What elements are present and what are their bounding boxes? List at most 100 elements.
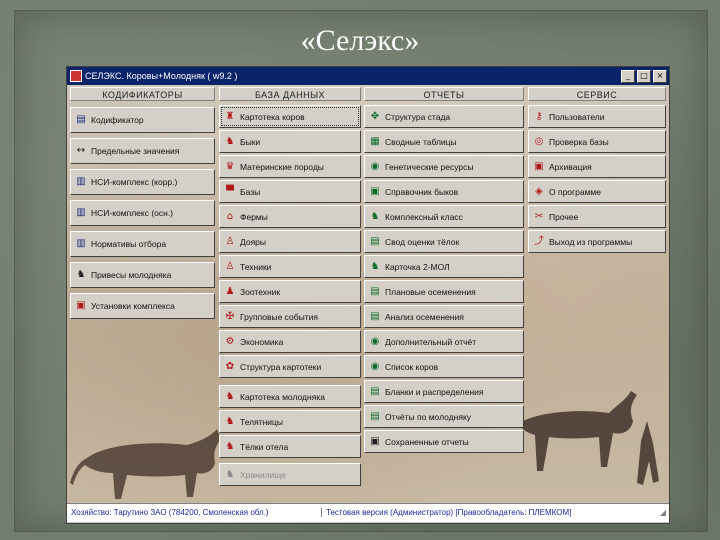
farms-button[interactable]: ⌂ Фермы: [219, 205, 361, 228]
zootechnician-icon: ♟: [225, 285, 235, 297]
herd-structure-button[interactable]: ✥ Структура стада: [364, 105, 524, 128]
button-label: Кодификатор: [91, 115, 144, 125]
button-label: Прочее: [549, 211, 579, 222]
zootechnician-button[interactable]: ♟ Зоотехник: [219, 280, 361, 303]
pivot-tables-button[interactable]: ▦ Сводные таблицы: [364, 130, 524, 153]
users-button[interactable]: ⚷ Пользователи: [528, 105, 666, 128]
range-icon: ↔: [76, 145, 86, 156]
young-weight-gain-button[interactable]: ♞ Привесы молодняка: [70, 262, 215, 288]
group-events-button[interactable]: ✠ Групповые события: [219, 305, 361, 328]
complex-class-icon: ♞: [370, 210, 380, 222]
service-button-list: ⚷ Пользователи ◎ Проверка базы ▣ Архивация …: [528, 105, 666, 253]
button-label: Картотека молодняка: [240, 391, 325, 402]
misc-button[interactable]: ✂ Прочее: [528, 205, 666, 228]
button-label: Телятницы: [240, 416, 284, 427]
button-label: Фермы: [240, 211, 268, 222]
planned-insemination-button[interactable]: ▤ Плановые осеменения: [364, 280, 524, 303]
heifer-summary-button[interactable]: ▤ Свод оценки тёлок: [364, 230, 524, 253]
book-icon: ▥: [76, 176, 86, 187]
save-icon: ▣: [370, 435, 380, 447]
button-label: Установки комплекса: [91, 301, 175, 311]
base-icon: ▀: [226, 185, 234, 197]
about-button[interactable]: ◈ О программе: [528, 180, 666, 203]
service-header[interactable]: СЕРВИС: [528, 87, 666, 101]
storage-button-list: ♞ Хранилище: [219, 463, 361, 486]
cave-painting-bull-left: [70, 429, 221, 499]
window-title: СЕЛЭКС. Коровы+Молодняк ( w9.2 ): [85, 71, 238, 81]
storage-icon: ♞: [225, 468, 235, 480]
young-card-file-button[interactable]: ♞ Картотека молодняка: [219, 385, 361, 408]
codifiers-header[interactable]: КОДИФИКАТОРЫ: [70, 87, 215, 101]
card-icon: ♞: [370, 260, 380, 272]
database-check-button[interactable]: ◎ Проверка базы: [528, 130, 666, 153]
plan-icon: ▤: [370, 285, 380, 297]
maternal-breeds-button[interactable]: ♛ Материнские породы: [219, 155, 361, 178]
check-db-icon: ◎: [534, 135, 544, 147]
forms-icon: ▤: [370, 385, 380, 397]
limit-values-button[interactable]: ↔ Предельные значения: [70, 138, 215, 164]
button-label: НСИ-комплекс (корр.): [91, 177, 178, 187]
bases-button[interactable]: ▀ Базы: [219, 180, 361, 203]
summary-icon: ▤: [370, 235, 380, 247]
exit-button[interactable]: ⤴ Выход из программы: [528, 230, 666, 253]
button-label: Быки: [240, 136, 261, 147]
technicians-button[interactable]: ♙ Техники: [219, 255, 361, 278]
forms-distribution-button[interactable]: ▤ Бланки и распределения: [364, 380, 524, 403]
slide-title: «Селэкс»: [300, 24, 420, 57]
button-label: Бланки и распределения: [385, 386, 484, 397]
bulls-button[interactable]: ♞ Быки: [219, 130, 361, 153]
selection-norms-button[interactable]: ▥ Нормативы отбора: [70, 231, 215, 257]
genetic-resources-button[interactable]: ◉ Генетические ресурсы: [364, 155, 524, 178]
bull-directory-icon: ▣: [370, 185, 380, 197]
minimize-button[interactable]: _: [621, 69, 635, 83]
reports-button-list: ✥ Структура стада ▦ Сводные таблицы ◉ Генет…: [364, 105, 524, 453]
button-label: Зоотехник: [240, 286, 281, 297]
saved-reports-button[interactable]: ▣ Сохраненные отчеты: [364, 430, 524, 453]
storage-button[interactable]: ♞ Хранилище: [219, 463, 361, 486]
button-label: Выход из программы: [549, 236, 633, 247]
economy-button[interactable]: ⚙ Экономика: [219, 330, 361, 353]
status-farm: Хозяйство: Тарутино ЗАО (784200, Смоленс…: [71, 508, 269, 517]
young-card-icon: ♞: [225, 390, 235, 402]
nsi-complex-corr-button[interactable]: ▥ НСИ-комплекс (корр.): [70, 169, 215, 195]
additional-report-button[interactable]: ◉ Дополнительный отчёт: [364, 330, 524, 353]
button-label: Сохраненные отчеты: [385, 436, 469, 447]
calf-barns-button[interactable]: ♞ Телятницы: [219, 410, 361, 433]
nsi-complex-main-button[interactable]: ▥ НСИ-комплекс (осн.): [70, 200, 215, 226]
archiving-button[interactable]: ▣ Архивация: [528, 155, 666, 178]
button-label: Тёлки отела: [240, 441, 289, 452]
complex-class-button[interactable]: ♞ Комплексный класс: [364, 205, 524, 228]
database-header[interactable]: БАЗА ДАННЫХ: [219, 87, 361, 101]
button-label: Структура картотеки: [240, 361, 322, 372]
breed-icon: ♛: [225, 160, 235, 172]
bull-directory-button[interactable]: ▣ Справочник быков: [364, 180, 524, 203]
resize-grip-icon[interactable]: ◢: [660, 508, 666, 517]
card-structure-button[interactable]: ✿ Структура картотеки: [219, 355, 361, 378]
book-icon: ▥: [76, 207, 86, 218]
codifier-button[interactable]: ▤ Кодификатор: [70, 107, 215, 133]
analysis-icon: ▤: [370, 310, 380, 322]
heifers-button[interactable]: ♞ Тёлки отела: [219, 435, 361, 458]
cave-painting-bull-right: [519, 391, 659, 485]
book-icon: ▥: [76, 238, 86, 249]
structure-icon: ✿: [225, 360, 235, 372]
button-label: Привесы молодняка: [91, 270, 172, 280]
codifiers-column: КОДИФИКАТОРЫ ▤ Кодификатор ↔ Предельные зн…: [70, 87, 215, 319]
archive-icon: ▣: [534, 160, 544, 172]
maximize-button[interactable]: □: [637, 69, 651, 83]
card-2-mol-button[interactable]: ♞ Карточка 2-МОЛ: [364, 255, 524, 278]
reports-header[interactable]: ОТЧЕТЫ: [364, 87, 524, 101]
cow-card-file-button[interactable]: ♜ Картотека коров: [219, 105, 361, 128]
button-label: Экономика: [240, 336, 284, 347]
complex-settings-button[interactable]: ▣ Установки комплекса: [70, 293, 215, 319]
milkers-button[interactable]: ♙ Дояры: [219, 230, 361, 253]
cow-list-button[interactable]: ◉ Список коров: [364, 355, 524, 378]
button-label: Список коров: [385, 361, 439, 372]
young-stock-reports-button[interactable]: ▤ Отчёты по молодняку: [364, 405, 524, 428]
milker-icon: ♙: [225, 235, 235, 247]
close-button[interactable]: ×: [653, 69, 667, 83]
insemination-analysis-button[interactable]: ▤ Анализ осеменения: [364, 305, 524, 328]
calf-barn-icon: ♞: [225, 415, 235, 427]
button-label: Карточка 2-МОЛ: [385, 261, 450, 272]
button-label: Предельные значения: [91, 146, 180, 156]
